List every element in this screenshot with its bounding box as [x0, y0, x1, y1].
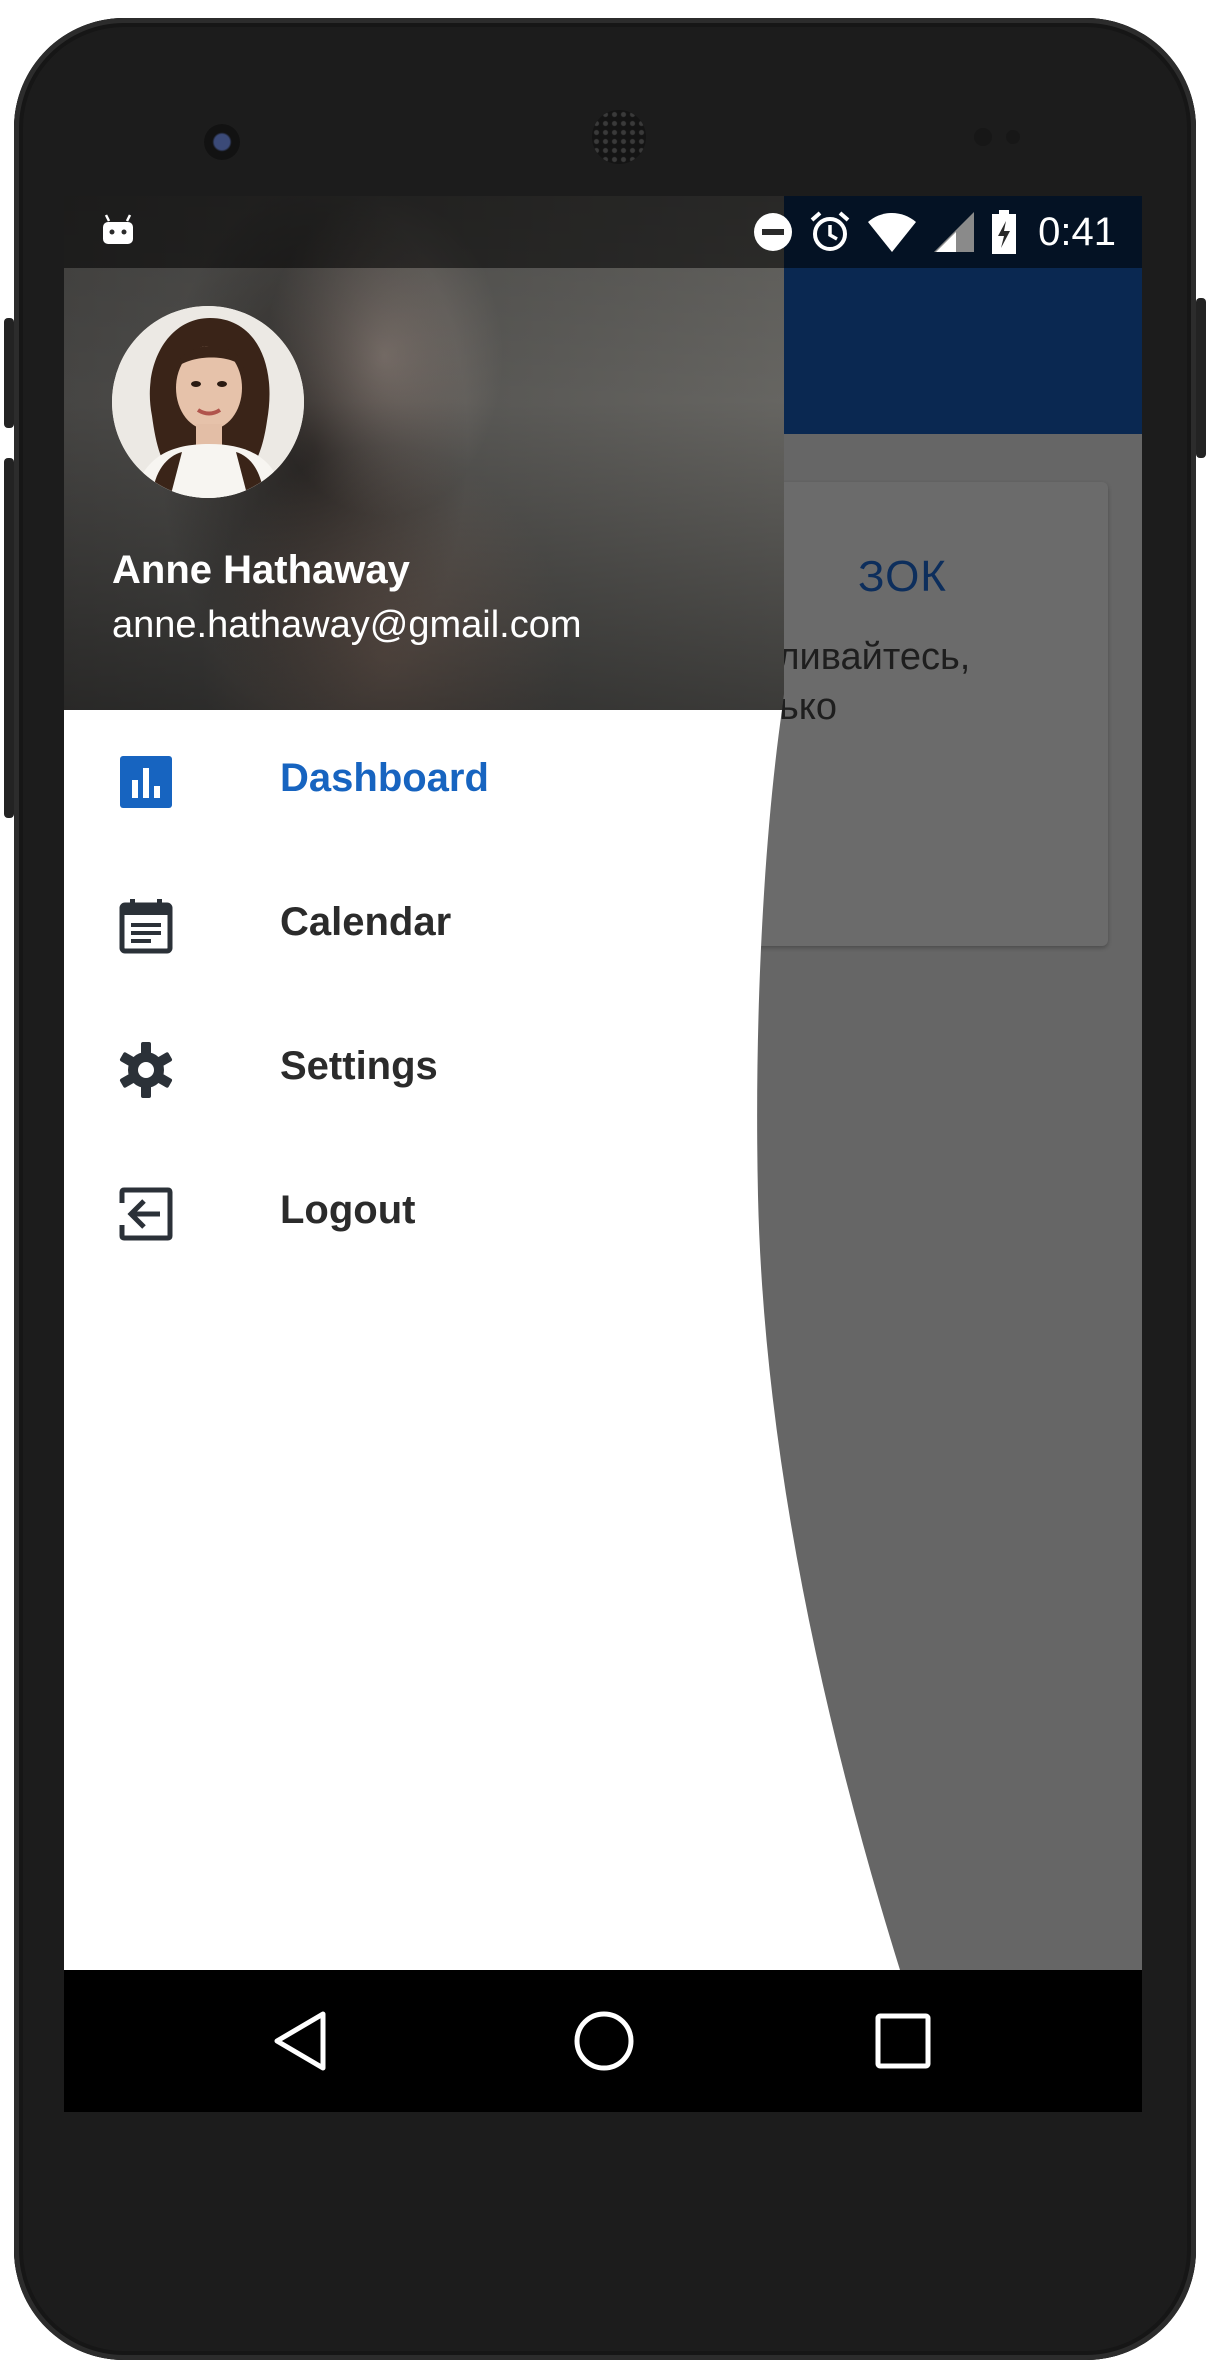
drawer-menu: Dashboard Calendar Settings Logout	[64, 710, 764, 1286]
cell-signal-icon	[934, 212, 975, 252]
menu-item-settings[interactable]: Settings	[64, 998, 764, 1142]
wifi-icon	[868, 213, 917, 252]
recents-icon[interactable]	[868, 2006, 938, 2076]
power-button	[4, 318, 14, 428]
volume-button	[4, 458, 14, 818]
user-email: anne.hathaway@gmail.com	[112, 604, 582, 646]
alarm-icon	[810, 211, 850, 251]
screen: ЗОК вливайтесь, нько Anne Hathaway anne.…	[64, 196, 1142, 2112]
navigation-drawer[interactable]: Anne Hathaway anne.hathaway@gmail.com Da…	[64, 196, 1142, 2112]
battery-charging-icon	[992, 210, 1017, 254]
front-camera	[204, 124, 240, 160]
status-bar: 0:41	[64, 196, 1142, 268]
avatar-portrait	[112, 306, 304, 498]
user-name: Anne Hathaway	[112, 548, 410, 592]
menu-item-calendar[interactable]: Calendar	[64, 854, 764, 998]
logout-icon	[119, 1187, 173, 1241]
earpiece-speaker	[592, 110, 646, 164]
menu-label: Logout	[280, 1188, 416, 1232]
navigation-bar	[64, 1970, 1142, 2112]
avatar[interactable]	[112, 306, 304, 498]
bar-chart-icon	[120, 756, 172, 808]
proximity-sensor	[974, 128, 992, 146]
back-icon[interactable]	[267, 2006, 337, 2076]
status-icons: 0:41	[752, 206, 1116, 258]
menu-label: Dashboard	[280, 756, 489, 800]
home-icon[interactable]	[569, 2006, 639, 2076]
menu-item-dashboard[interactable]: Dashboard	[64, 710, 764, 854]
android-debug-icon	[103, 214, 133, 244]
menu-label: Settings	[280, 1044, 438, 1088]
menu-label: Calendar	[280, 900, 452, 944]
side-button-right	[1196, 298, 1206, 458]
menu-item-logout[interactable]: Logout	[64, 1142, 764, 1286]
light-sensor	[1006, 130, 1020, 144]
calendar-icon	[119, 899, 173, 954]
do-not-disturb-icon	[754, 213, 793, 251]
gear-icon	[119, 1042, 173, 1098]
status-time: 0:41	[1038, 209, 1116, 254]
